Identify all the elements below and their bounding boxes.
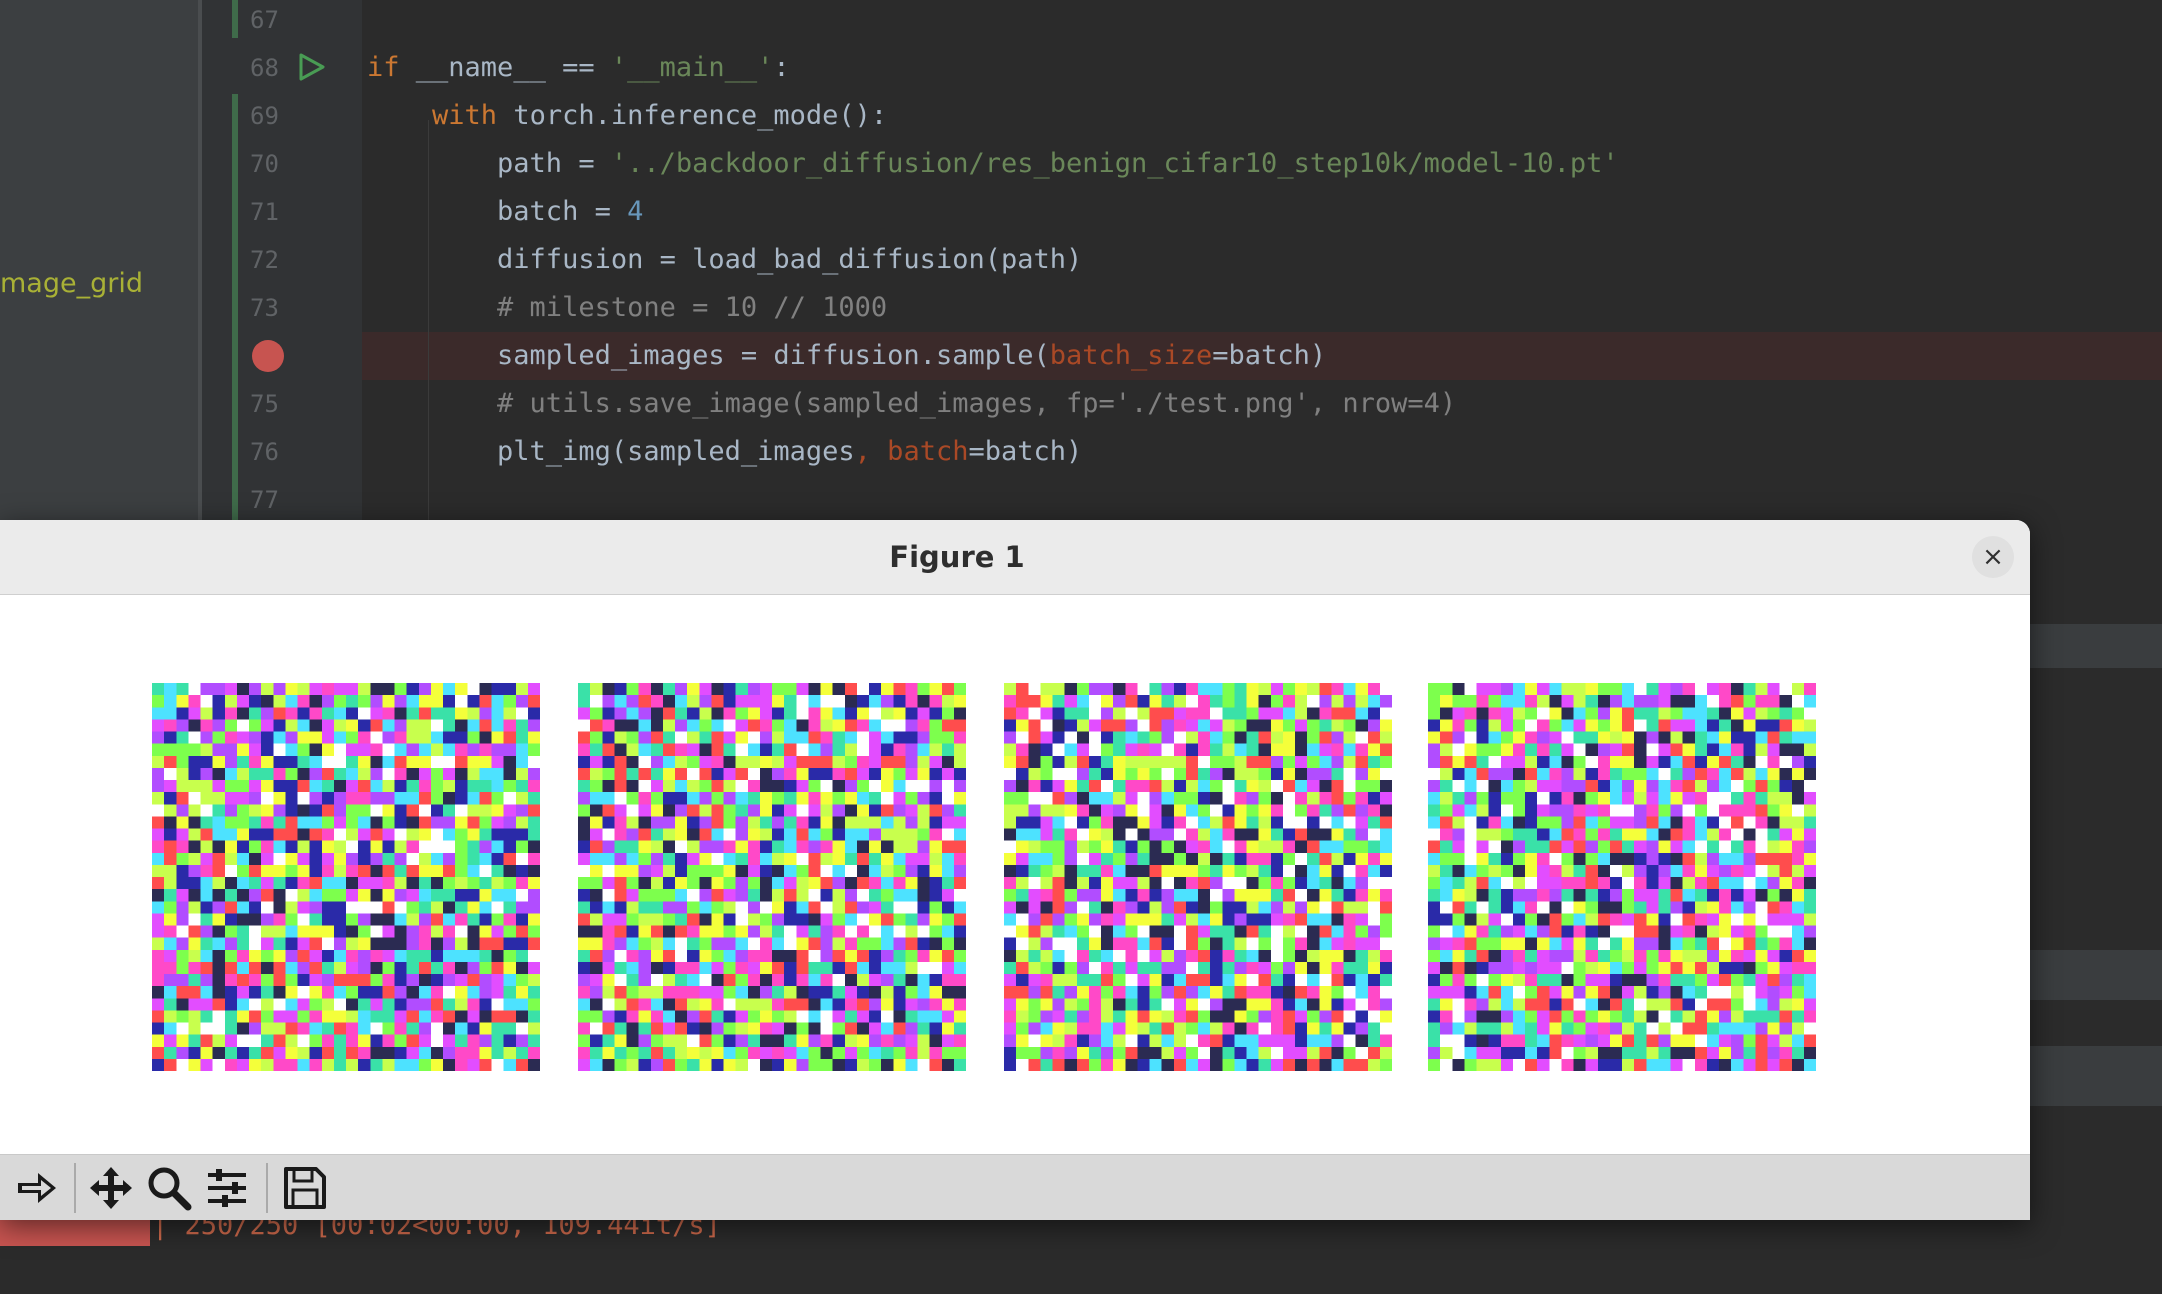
line-number: 70 xyxy=(250,150,279,178)
line-number: 68 xyxy=(250,54,279,82)
code-line[interactable]: path = '../backdoor_diffusion/res_benign… xyxy=(367,140,1619,188)
code-token: path = xyxy=(367,148,611,179)
code-token: batch = xyxy=(367,196,628,227)
sample-image xyxy=(1004,683,1392,1071)
background-tool-strip xyxy=(2022,950,2162,1000)
zoom-icon[interactable] xyxy=(146,1165,192,1211)
line-number: 75 xyxy=(250,390,279,418)
code-token: '__main__' xyxy=(610,52,774,83)
sample-image xyxy=(578,683,966,1071)
code-token: =batch) xyxy=(968,436,1083,467)
figure-titlebar[interactable]: Figure 1 × xyxy=(0,520,2030,595)
line-number: 69 xyxy=(250,102,279,130)
code-token: , batch xyxy=(854,436,969,467)
close-button[interactable]: × xyxy=(1972,536,2014,578)
code-line[interactable]: if __name__ == '__main__': xyxy=(367,44,790,92)
line-number: 67 xyxy=(250,6,279,34)
progress-bar-fill xyxy=(0,1216,150,1246)
panel-divider-rail xyxy=(198,0,202,530)
code-token: '../backdoor_diffusion/res_benign_cifar1… xyxy=(610,148,1619,179)
figure-title: Figure 1 xyxy=(889,540,1025,574)
run-icon[interactable] xyxy=(296,52,326,82)
breakpoint-icon[interactable] xyxy=(252,340,284,372)
code-token: =batch) xyxy=(1212,340,1327,371)
code-token: # utils.save_image(sampled_images, fp='.… xyxy=(367,388,1457,419)
code-token: 4 xyxy=(627,196,644,227)
code-token: __name__ == xyxy=(415,52,611,83)
background-tool-strip xyxy=(2022,624,2162,668)
code-token: plt_img(sampled_images xyxy=(367,436,855,467)
forward-icon[interactable] xyxy=(14,1165,60,1211)
line-number: 72 xyxy=(250,246,279,274)
code-token: torch.inference_mode(): xyxy=(513,100,888,131)
toolbar-separator xyxy=(266,1163,268,1213)
code-line[interactable]: # milestone = 10 // 1000 xyxy=(367,284,887,332)
code-line[interactable]: batch = 4 xyxy=(367,188,643,236)
code-line[interactable]: # utils.save_image(sampled_images, fp='.… xyxy=(367,380,1456,428)
sample-image xyxy=(1428,683,1816,1071)
code-token: # milestone = 10 // 1000 xyxy=(367,292,888,323)
pan-icon[interactable] xyxy=(88,1165,134,1211)
code-line[interactable]: sampled_images = diffusion.sample(batch_… xyxy=(367,332,1326,380)
line-number: 76 xyxy=(250,438,279,466)
panel-divider[interactable] xyxy=(198,0,212,530)
save-icon[interactable] xyxy=(282,1165,328,1211)
code-token: diffusion = load_bad_diffusion(path) xyxy=(367,244,1083,275)
fold-marker xyxy=(232,94,238,530)
code-token: if xyxy=(367,52,416,83)
figure-toolbar xyxy=(0,1154,2030,1220)
code-token: sampled_images = diffusion.sample( xyxy=(367,340,1050,371)
code-token: batch_size xyxy=(1049,340,1213,371)
fold-marker xyxy=(232,0,238,38)
code-token: with xyxy=(432,100,514,131)
code-token: : xyxy=(773,52,790,83)
line-number: 73 xyxy=(250,294,279,322)
line-number: 77 xyxy=(250,486,279,514)
line-number: 71 xyxy=(250,198,279,226)
background-tool-strip xyxy=(2022,1046,2162,1106)
code-line[interactable]: diffusion = load_bad_diffusion(path) xyxy=(367,236,1082,284)
toolbar-separator xyxy=(74,1163,76,1213)
sample-image xyxy=(152,683,540,1071)
code-line[interactable]: plt_img(sampled_images, batch=batch) xyxy=(367,428,1082,476)
code-line[interactable]: with torch.inference_mode(): xyxy=(367,92,887,140)
project-panel: mage_grid xyxy=(0,0,198,530)
structure-item-label[interactable]: mage_grid xyxy=(0,268,143,299)
configure-subplots-icon[interactable] xyxy=(204,1165,250,1211)
